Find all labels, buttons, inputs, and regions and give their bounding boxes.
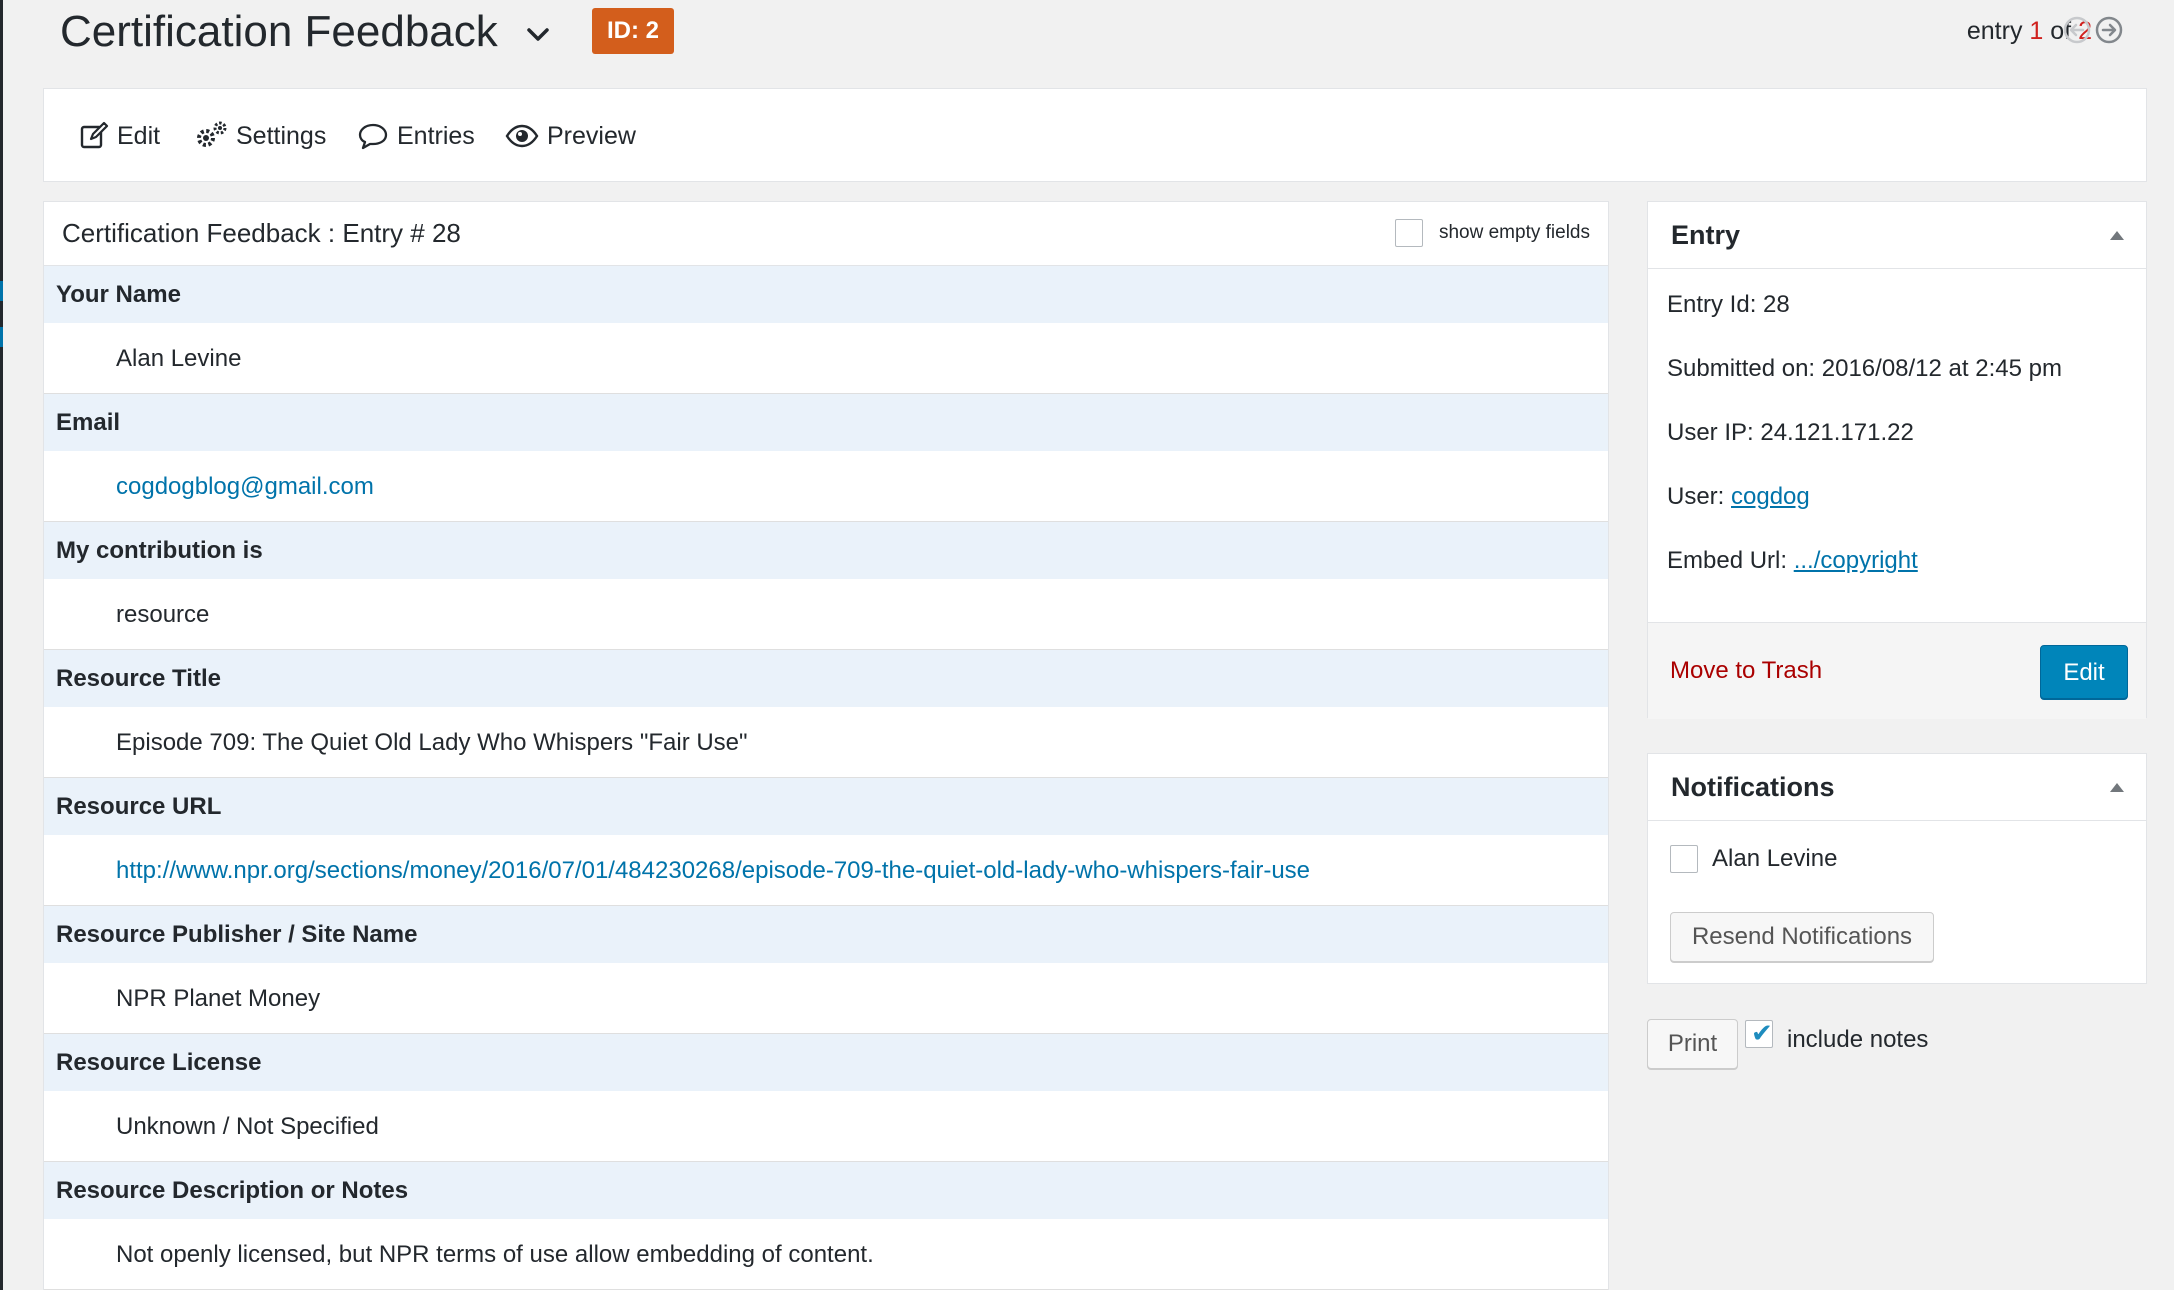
notifications-box: Notifications Alan Levine Resend Notific… xyxy=(1647,753,2147,984)
field-label: Resource Publisher / Site Name xyxy=(44,906,1608,964)
user-ip: User IP: 24.121.171.22 xyxy=(1667,419,1914,446)
show-empty-fields-toggle[interactable]: show empty fields xyxy=(1394,219,1590,247)
field-value: Unknown / Not Specified xyxy=(44,1092,1608,1162)
field-label: Resource Description or Notes xyxy=(44,1162,1608,1220)
gears-icon xyxy=(197,121,227,147)
speech-bubble-icon xyxy=(358,123,388,150)
entry-detail-panel: Certification Feedback : Entry # 28 show… xyxy=(43,201,1609,1290)
entry-meta-header: Entry xyxy=(1648,202,2146,269)
form-toolbar: Edit Settings Entries Preview xyxy=(43,88,2147,182)
field-value: resource xyxy=(44,580,1608,650)
toolbar-edit-label: Edit xyxy=(117,121,161,150)
previous-entry-icon[interactable] xyxy=(2063,16,2091,44)
notification-recipient-checkbox[interactable] xyxy=(1670,845,1698,873)
toolbar-settings[interactable]: Settings xyxy=(194,119,326,153)
eye-icon xyxy=(505,124,539,148)
entry-meta-title: Entry xyxy=(1671,220,1741,250)
print-button[interactable]: Print xyxy=(1647,1019,1738,1069)
resend-notifications-button[interactable]: Resend Notifications xyxy=(1670,912,1934,962)
edit-icon xyxy=(80,121,109,149)
next-entry-icon[interactable] xyxy=(2095,16,2123,44)
chevron-down-icon[interactable] xyxy=(520,16,556,52)
user-line: User: cogdog xyxy=(1667,480,1810,514)
resource-url-link[interactable]: http://www.npr.org/sections/money/2016/0… xyxy=(44,836,1608,906)
field-label: Resource URL xyxy=(44,778,1608,836)
include-notes-checkbox[interactable]: ✔ xyxy=(1745,1018,1773,1048)
field-label: Your Name xyxy=(44,266,1608,324)
checkmark-icon: ✔ xyxy=(1751,1018,1773,1048)
toolbar-entries[interactable]: Entries xyxy=(357,119,475,153)
user-link[interactable]: cogdog xyxy=(1731,483,1810,510)
email-link[interactable]: cogdogblog@gmail.com xyxy=(44,452,1608,522)
field-value: NPR Planet Money xyxy=(44,964,1608,1034)
sidebar-marker xyxy=(0,327,3,347)
entry-meta-actions: Move to Trash Edit xyxy=(1648,622,2146,719)
field-label: Email xyxy=(44,394,1608,452)
notification-recipient[interactable]: Alan Levine xyxy=(1670,842,1837,876)
field-label: Resource Title xyxy=(44,650,1608,708)
page-title: Certification Feedback xyxy=(60,7,498,56)
toolbar-settings-label: Settings xyxy=(236,121,327,150)
show-empty-fields-label: show empty fields xyxy=(1438,222,1590,243)
form-id-badge: ID: 2 xyxy=(592,8,675,54)
toolbar-entries-label: Entries xyxy=(397,121,475,150)
entry-heading: Certification Feedback : Entry # 28 xyxy=(62,218,461,248)
show-empty-fields-checkbox[interactable] xyxy=(1394,219,1423,247)
embed-url-line: Embed Url: .../copyright xyxy=(1667,544,1918,578)
collapse-arrow-icon[interactable] xyxy=(2110,783,2124,792)
toolbar-edit[interactable]: Edit xyxy=(79,119,160,153)
sidebar-marker xyxy=(0,281,3,301)
entry-meta-box: Entry Entry Id: 28 Submitted on: 2016/08… xyxy=(1647,201,2147,719)
field-value: Alan Levine xyxy=(44,324,1608,394)
include-notes-label: include notes xyxy=(1787,1026,1929,1053)
toolbar-preview-label: Preview xyxy=(547,121,636,150)
entry-nav-prefix: entry xyxy=(1966,17,2023,45)
embed-url-label: Embed Url: xyxy=(1667,547,1788,574)
edit-entry-button[interactable]: Edit xyxy=(2040,645,2128,699)
embed-url-link[interactable]: .../copyright xyxy=(1794,547,1918,574)
field-value: Not openly licensed, but NPR terms of us… xyxy=(44,1220,1608,1290)
admin-sidebar-edge xyxy=(0,0,3,1290)
collapse-arrow-icon[interactable] xyxy=(2110,231,2124,240)
entry-nav-current: 1 xyxy=(2029,17,2044,45)
notification-recipient-label: Alan Levine xyxy=(1712,845,1838,872)
user-label: User: xyxy=(1667,483,1725,510)
move-to-trash-link[interactable]: Move to Trash xyxy=(1670,656,1822,686)
field-value: Episode 709: The Quiet Old Lady Who Whis… xyxy=(44,708,1608,778)
field-label: Resource License xyxy=(44,1034,1608,1092)
submitted-on: Submitted on: 2016/08/12 at 2:45 pm xyxy=(1667,355,2062,382)
notifications-title: Notifications xyxy=(1671,772,1835,802)
entry-id: Entry Id: 28 xyxy=(1667,291,1790,318)
toolbar-preview[interactable]: Preview xyxy=(505,119,636,153)
notifications-header: Notifications xyxy=(1648,754,2146,821)
field-label: My contribution is xyxy=(44,522,1608,580)
entry-detail-header: Certification Feedback : Entry # 28 show… xyxy=(44,202,1608,266)
